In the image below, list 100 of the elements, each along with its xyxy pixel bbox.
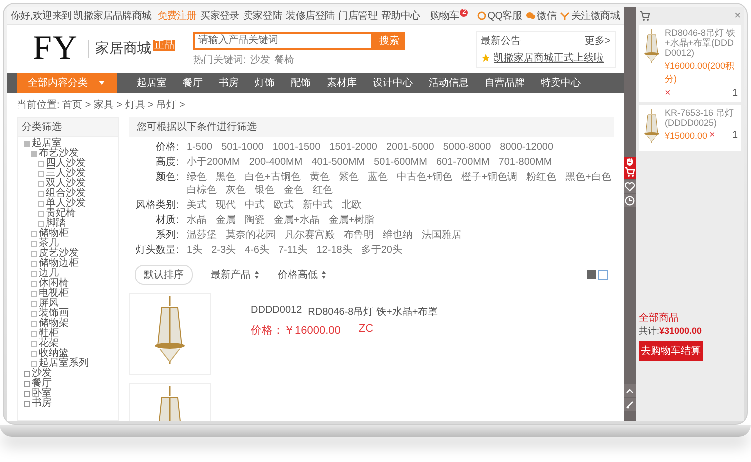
filter-option[interactable]: 12-18头 [316, 245, 352, 257]
category-item[interactable]: 收纳篮 [31, 349, 118, 359]
nav-link[interactable]: 灯饰 [247, 76, 283, 90]
category-item[interactable]: 休闲椅 [31, 279, 118, 289]
nav-link[interactable]: 餐厅 [175, 76, 211, 90]
feedback-button[interactable] [624, 398, 636, 411]
filter-option[interactable]: 4-6头 [245, 245, 270, 257]
hot-keyword-link[interactable]: 餐椅 [274, 52, 294, 66]
category-item[interactable]: 茶几 [31, 239, 118, 249]
category-item[interactable]: 贵妃椅 [38, 209, 118, 219]
top-link[interactable]: 卖家登陆 [243, 8, 282, 22]
category-item[interactable]: 布艺沙发 [31, 149, 118, 159]
filter-option[interactable]: 橙子+铜色调 [462, 172, 518, 184]
filter-option[interactable]: 银色 [255, 185, 275, 197]
category-item[interactable]: 单人沙发 [38, 199, 118, 209]
filter-option[interactable]: 维也纳 [383, 230, 413, 242]
filter-option[interactable]: 法国雅居 [422, 230, 462, 242]
filter-option[interactable]: 黄色 [310, 172, 330, 184]
category-item[interactable]: 三人沙发 [38, 169, 118, 179]
filter-option[interactable]: 中式 [245, 200, 265, 212]
filter-option[interactable]: 金色 [284, 185, 304, 197]
category-item[interactable]: 电视柜 [31, 289, 118, 299]
filter-option[interactable]: 现代 [216, 200, 236, 212]
remove-button[interactable]: × [710, 130, 716, 141]
filter-option[interactable]: 北欧 [342, 200, 362, 212]
filter-option[interactable]: 多于20头 [361, 245, 402, 257]
filter-option[interactable]: 欧式 [274, 200, 294, 212]
filter-option[interactable]: 501-1000 [222, 142, 264, 154]
filter-option[interactable]: 中古色+铜色 [396, 172, 453, 184]
filter-option[interactable]: 水晶 [187, 215, 207, 227]
notice-link[interactable]: 凯撒家居商城正式上线啦 [494, 50, 604, 64]
filter-option[interactable]: 白棕色 [187, 185, 217, 197]
search-button[interactable]: 搜索 [373, 32, 406, 50]
filter-option[interactable]: 美式 [187, 200, 207, 212]
filter-option[interactable]: 8000-12000 [500, 142, 554, 154]
filter-option[interactable]: 1501-2000 [330, 142, 378, 154]
filter-option[interactable]: 黑色+白色 [566, 172, 612, 184]
cart-item-name[interactable]: RD8046-8吊灯 铁+水晶+布罩(DDDD0012) [665, 28, 738, 58]
filter-option[interactable]: 黑色 [216, 172, 236, 184]
category-item[interactable]: 皮艺沙发 [31, 249, 118, 259]
filter-option[interactable]: 501-600MM [374, 157, 428, 169]
category-item[interactable]: 沙发 [24, 369, 118, 379]
category-item[interactable]: 花架 [31, 339, 118, 349]
category-item[interactable]: 储物架 [31, 319, 118, 329]
filter-option[interactable]: 布鲁明 [344, 230, 374, 242]
category-item[interactable]: 脚踏 [38, 219, 118, 229]
filter-option[interactable]: 陶瓷 [245, 215, 265, 227]
category-item[interactable]: 餐厅 [24, 379, 118, 389]
filter-option[interactable]: 温莎堡 [187, 230, 217, 242]
filter-option[interactable]: 灰色 [226, 185, 246, 197]
checkout-button[interactable]: 去购物车结算 [639, 341, 703, 361]
sort-option[interactable]: 价格高低 [278, 268, 327, 282]
filter-option[interactable]: 701-800MM [498, 157, 552, 169]
search-field[interactable]: 请输入产品关键词 [193, 32, 374, 50]
nav-link[interactable]: 自营品牌 [477, 76, 533, 90]
nav-link[interactable]: 设计中心 [365, 76, 421, 90]
filter-option[interactable]: 凡尔赛宫殿 [285, 230, 335, 242]
filter-option[interactable]: 401-500MM [312, 157, 366, 169]
top-link[interactable]: 买家登录 [200, 8, 240, 22]
filter-option[interactable]: 2001-5000 [386, 142, 434, 154]
filter-option[interactable]: 金属 [216, 215, 236, 227]
category-item[interactable]: 边几 [31, 269, 118, 279]
category-item[interactable]: 组合沙发 [38, 189, 118, 199]
filter-option[interactable]: 粉红色 [526, 172, 557, 184]
filter-option[interactable]: 莫奈的花园 [226, 230, 276, 242]
filter-option[interactable]: 7-11头 [278, 245, 308, 257]
category-item[interactable]: 起居室 [24, 139, 118, 149]
more-link[interactable]: 更多> [585, 34, 611, 48]
filter-option[interactable]: 金属+树脂 [328, 215, 375, 227]
product-photo[interactable] [129, 293, 211, 375]
filter-option[interactable]: 小于200MM [187, 157, 240, 169]
nav-link[interactable]: 活动信息 [421, 76, 477, 90]
service-link[interactable]: 微信 [526, 8, 556, 22]
nav-link[interactable]: 配饰 [283, 76, 319, 90]
product-name[interactable]: RD8046-8吊灯 铁+水晶+布罩 [308, 305, 438, 319]
filter-option[interactable]: 金属+水晶 [274, 215, 320, 227]
filter-option[interactable]: 红色 [313, 185, 333, 197]
top-link[interactable]: 门店管理 [338, 8, 378, 22]
category-item[interactable]: 储物柜 [31, 229, 118, 239]
filter-option[interactable]: 新中式 [303, 200, 333, 212]
service-link[interactable]: 关注微商城 [560, 8, 620, 22]
filter-option[interactable]: 5000-8000 [443, 142, 492, 154]
nav-link[interactable]: 书房 [211, 76, 247, 90]
category-item[interactable]: 装饰画 [31, 309, 118, 319]
hot-keyword-link[interactable]: 沙发 [250, 52, 270, 66]
top-link[interactable]: 装修店登陆 [286, 8, 335, 22]
category-item[interactable]: 书房 [24, 399, 118, 409]
nav-link[interactable]: 特卖中心 [533, 76, 589, 90]
close-button[interactable]: × [734, 10, 741, 22]
history-button[interactable] [624, 194, 636, 207]
filter-option[interactable]: 白色+古铜色 [245, 172, 301, 184]
filter-option[interactable]: 200-400MM [249, 157, 303, 169]
category-item[interactable]: 双人沙发 [38, 179, 118, 189]
service-link[interactable]: QQ客服 [476, 8, 522, 22]
category-item[interactable]: 四人沙发 [38, 159, 118, 169]
cart-item-name[interactable]: KR-7653-16 吊灯(DDDD0025) [665, 108, 738, 128]
filter-option[interactable]: 紫色 [338, 172, 359, 184]
back-to-top-button[interactable] [624, 384, 636, 397]
sort-option[interactable]: 默认排序 [135, 265, 193, 285]
filter-option[interactable]: 2-3头 [212, 245, 236, 257]
